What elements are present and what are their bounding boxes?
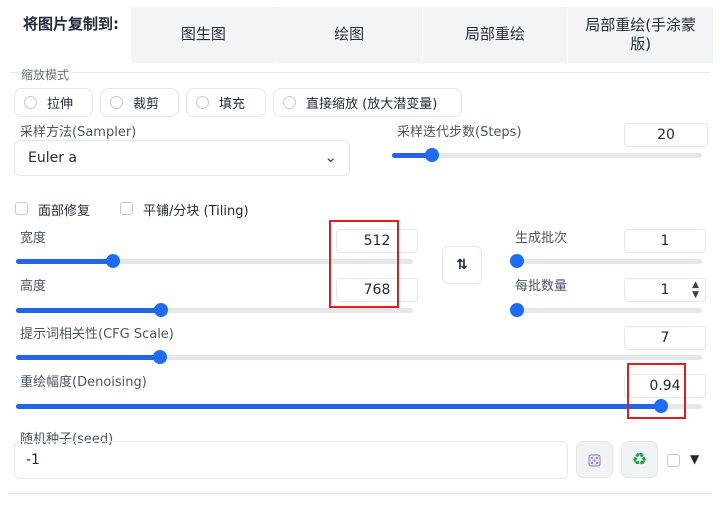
slider-fill: [16, 355, 161, 360]
radio-label: 直接缩放 (放大潜变量): [306, 97, 438, 112]
random-seed-button[interactable]: [576, 441, 613, 478]
reuse-seed-button[interactable]: ♻: [621, 441, 658, 478]
tab-img2img[interactable]: 图生图: [131, 7, 277, 63]
caret-down-icon[interactable]: ▼: [690, 452, 699, 466]
width-label: 宽度: [20, 231, 47, 246]
slider-thumb[interactable]: [106, 254, 121, 268]
copy-to-tabs: 图生图 绘图 局部重绘 局部重绘(手涂蒙版): [131, 7, 713, 63]
radio-label: 裁剪: [133, 97, 160, 112]
swap-vertical-icon: ⇅: [456, 257, 468, 273]
radio-circle: [283, 96, 296, 109]
extra-seed-checkbox[interactable]: [667, 454, 680, 467]
radio-circle: [110, 96, 123, 109]
slider-thumb[interactable]: [153, 303, 168, 317]
resize-mode-legend: 缩放模式: [18, 66, 73, 83]
slider-thumb[interactable]: [510, 303, 524, 317]
tiling-checkbox[interactable]: [120, 202, 133, 215]
batch-size-label: 每批数量: [515, 279, 568, 294]
batch-count-label: 生成批次: [515, 231, 568, 246]
face-restore-label: 面部修复: [38, 204, 91, 219]
slider-fill: [16, 404, 661, 409]
batch-size-input[interactable]: 1 ▲ ▼: [624, 278, 706, 302]
cfg-scale-label: 提示词相关性(CFG Scale): [20, 327, 174, 342]
sampler-value: Euler a: [28, 150, 78, 166]
seed-input[interactable]: -1: [14, 441, 568, 479]
dice-icon: [588, 454, 600, 466]
tiling-label: 平铺/分块 (Tiling): [143, 204, 249, 219]
sampler-dropdown[interactable]: Euler a ⌄: [14, 140, 350, 176]
highlight-box-size: [329, 220, 399, 308]
tab-sketch[interactable]: 绘图: [276, 7, 423, 63]
seed-value: -1: [26, 452, 40, 468]
swap-dimensions-button[interactable]: ⇅: [442, 246, 482, 284]
highlight-box-denoising: [627, 363, 686, 419]
denoising-slider[interactable]: [16, 399, 702, 413]
batch-count-slider[interactable]: [510, 254, 702, 268]
tab-inpaint-sketch[interactable]: 局部重绘(手涂蒙版): [568, 7, 713, 63]
sampler-label: 采样方法(Sampler): [20, 125, 137, 140]
denoising-label: 重绘幅度(Denoising): [20, 375, 147, 390]
tab-inpaint-sketch-label: 局部重绘(手涂蒙版): [585, 15, 697, 54]
slider-thumb[interactable]: [153, 350, 168, 364]
section-divider: [8, 493, 712, 494]
slider-fill: [16, 308, 161, 313]
batch-size-value: 1: [660, 282, 670, 298]
face-restore-checkbox[interactable]: [15, 202, 28, 215]
copy-to-label: 将图片复制到:: [23, 15, 119, 33]
radio-circle: [24, 96, 37, 109]
radio-label: 拉伸: [47, 97, 74, 112]
tab-inpaint[interactable]: 局部重绘: [422, 7, 569, 63]
steps-input[interactable]: 20: [624, 123, 708, 147]
height-label: 高度: [20, 279, 47, 294]
batch-size-slider[interactable]: [510, 303, 702, 317]
slider-fill: [16, 259, 114, 264]
height-slider[interactable]: [16, 303, 413, 317]
slider-thumb[interactable]: [510, 254, 524, 268]
recycle-icon: ♻: [631, 449, 648, 470]
radio-fill[interactable]: 填充: [186, 88, 266, 117]
steps-label: 采样迭代步数(Steps): [397, 125, 522, 140]
radio-latent-upscale[interactable]: 直接缩放 (放大潜变量): [273, 88, 462, 117]
steps-slider[interactable]: [392, 148, 702, 162]
stepper-arrows-icon[interactable]: ▲ ▼: [692, 280, 699, 300]
chevron-down-icon: ⌄: [324, 148, 337, 166]
slider-thumb[interactable]: [425, 148, 440, 162]
radio-circle: [196, 96, 209, 109]
batch-count-input[interactable]: 1: [624, 229, 706, 253]
radio-label: 填充: [219, 97, 246, 112]
resize-mode-border: [10, 72, 710, 73]
radio-crop[interactable]: 裁剪: [100, 88, 179, 117]
cfg-scale-slider[interactable]: [16, 350, 702, 364]
radio-stretch[interactable]: 拉伸: [14, 88, 93, 117]
cfg-scale-input[interactable]: 7: [624, 326, 706, 350]
